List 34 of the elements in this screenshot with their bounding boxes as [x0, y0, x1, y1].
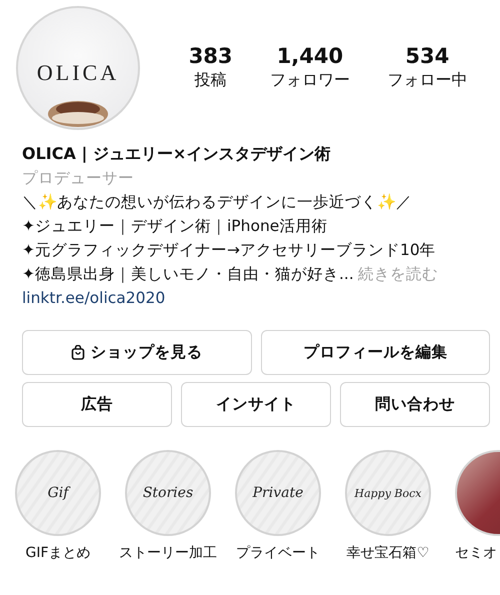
highlight-cover-text: Gif: [48, 485, 68, 501]
bio-line: ✦徳島県出身｜美しいモノ・自由・猫が好き... 続きを読む: [22, 264, 439, 285]
stat-label[interactable]: 投稿: [194, 70, 227, 91]
profile-action-button[interactable]: 問い合わせ: [340, 382, 490, 427]
stat-label[interactable]: フォロワー: [270, 70, 350, 91]
highlight-cover[interactable]: Private: [235, 450, 321, 536]
stat-label[interactable]: フォロー中: [387, 70, 468, 91]
highlight-label[interactable]: セミオ: [455, 544, 497, 562]
bio-line: ✦ジュエリー｜デザイン術｜iPhone活用術: [22, 216, 328, 237]
highlight-cover-text: Happy Bocx: [354, 486, 422, 500]
bio-line: ＼✨あなたの想いが伝わるデザインに一歩近づく✨／: [22, 192, 413, 213]
profile-category: プロデューサー: [22, 168, 135, 189]
highlight-cover[interactable]: Stories: [125, 450, 211, 536]
highlight-label[interactable]: 幸せ宝石箱♡: [346, 544, 430, 562]
profile-action-button[interactable]: 広告: [22, 382, 172, 427]
logo-text: OLICA: [36, 60, 120, 86]
highlight-label[interactable]: ストーリー加工: [119, 544, 217, 562]
shop-button[interactable]: ショップを見る: [22, 330, 252, 375]
highlight-cover[interactable]: Gif: [15, 450, 101, 536]
stat-count[interactable]: 534: [405, 44, 450, 68]
profile-action-button[interactable]: プロフィールを編集: [260, 330, 490, 375]
profile-avatar[interactable]: OLICA: [16, 6, 140, 130]
bio-line: ✦元グラフィックデザイナー→アクセサリーブランド10年: [22, 240, 437, 261]
stat-count[interactable]: 383: [188, 44, 233, 68]
highlight-cover[interactable]: Happy Bocx: [345, 450, 431, 536]
stat-count[interactable]: 1,440: [276, 44, 344, 68]
profile-name: OLICA | ジュエリー×インスタデザイン術: [22, 143, 332, 165]
highlight-cover-text: Private: [252, 485, 304, 501]
highlight-label[interactable]: プライベート: [236, 544, 320, 562]
highlight-label[interactable]: GIFまとめ: [25, 544, 91, 562]
shopping-bag-icon: [71, 345, 86, 360]
profile-action-button[interactable]: インサイト: [181, 382, 331, 427]
highlight-cover-text: Stories: [142, 485, 194, 501]
profile-link[interactable]: linktr.ee/olica2020: [22, 286, 166, 310]
